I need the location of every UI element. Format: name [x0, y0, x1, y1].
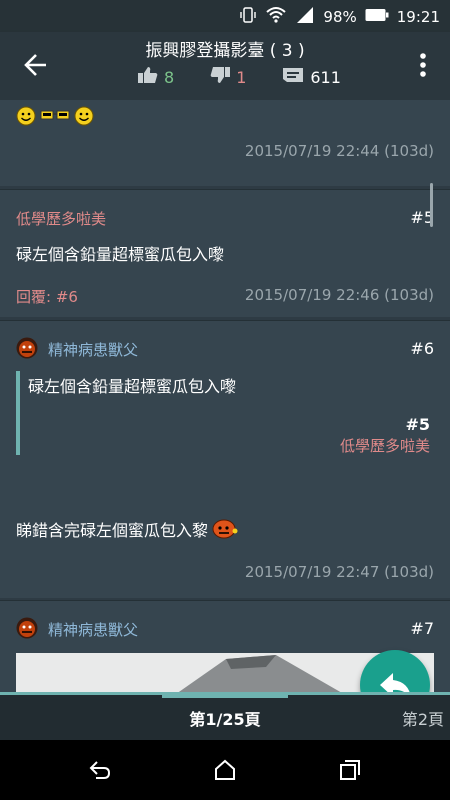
- quote-username: 低學歷多啦美: [339, 437, 430, 455]
- avatar: [16, 617, 38, 639]
- angry-face-icon: [212, 519, 238, 539]
- likes-count: 8: [164, 67, 175, 87]
- next-page[interactable]: 第2頁: [402, 706, 444, 730]
- post-username[interactable]: 精神病患獸父: [48, 619, 138, 640]
- back-icon[interactable]: [88, 758, 112, 786]
- post-username[interactable]: 精神病患獸父: [48, 339, 138, 360]
- replies-stat: 611: [282, 67, 341, 87]
- scrollbar[interactable]: [430, 183, 433, 227]
- sunglasses-smiley-icon: [40, 110, 70, 120]
- smiley-icon: [16, 106, 36, 126]
- thumbs-down-icon: [210, 66, 231, 88]
- dislikes-stat: 1: [210, 66, 246, 88]
- battery-icon: [365, 8, 389, 26]
- thread-title: 振興膠登攝影臺 ( 3 ): [145, 41, 305, 61]
- post-timestamp: 2015/07/19 22:47 (103d): [244, 563, 434, 581]
- post-body-line: 睇錯含完碌左個蜜瓜包入黎: [16, 517, 238, 541]
- vibrate-icon: [239, 6, 257, 28]
- reply-reference[interactable]: 回覆: #6: [16, 286, 78, 307]
- home-icon[interactable]: [213, 758, 237, 786]
- wifi-icon: [265, 6, 287, 28]
- recents-icon[interactable]: [338, 758, 362, 786]
- clock: 19:21: [396, 8, 440, 26]
- replies-count: 611: [310, 67, 341, 87]
- post-timestamp: 2015/07/19 22:46 (103d): [244, 286, 434, 304]
- thread-stats: 8 1 611: [138, 66, 341, 88]
- page-bar: 第1/25頁 第2頁: [0, 692, 450, 740]
- likes-stat: 8: [138, 66, 174, 88]
- smiley-icon: [74, 106, 94, 126]
- dislikes-count: 1: [236, 67, 247, 87]
- post-card[interactable]: 低學歷多啦美 #5 碌左個含鉛量超標蜜瓜包入嚟 回覆: #6 2015/07/1…: [0, 189, 450, 317]
- system-nav-bar: [0, 740, 450, 800]
- post-list[interactable]: 2015/07/19 22:44 (103d) 低學歷多啦美 #5 碌左個含鉛量…: [0, 100, 450, 692]
- signal-icon: [295, 7, 315, 27]
- post-card: 2015/07/19 22:44 (103d): [0, 100, 450, 186]
- post-timestamp: 2015/07/19 22:44 (103d): [244, 142, 434, 160]
- battery-level: 98%: [323, 8, 357, 26]
- thumbs-up-icon: [138, 66, 158, 88]
- status-bar: 98% 19:21: [0, 0, 450, 32]
- current-page: 第1/25頁: [189, 710, 261, 729]
- avatar: [16, 337, 38, 359]
- more-options-icon[interactable]: [420, 52, 426, 78]
- quote-body: 碌左個含鉛量超標蜜瓜包入嚟: [28, 377, 237, 396]
- post-number: #7: [410, 619, 434, 638]
- post-username[interactable]: 低學歷多啦美: [16, 208, 106, 229]
- post-body: 睇錯含完碌左個蜜瓜包入黎: [16, 521, 209, 540]
- post-number: #6: [410, 339, 434, 358]
- post-card[interactable]: 精神病患獸父 #6 碌左個含鉛量超標蜜瓜包入嚟 #5 低學歷多啦美 睇錯含完碌左…: [0, 320, 450, 598]
- comment-icon: [282, 67, 304, 87]
- emoticons: [16, 106, 94, 126]
- quote-bar: [16, 371, 20, 455]
- page-indicator: [162, 694, 288, 698]
- app-bar: 振興膠登攝影臺 ( 3 ) 8 1 611: [0, 32, 450, 100]
- quote-number: #5: [405, 415, 430, 434]
- post-body: 碌左個含鉛量超標蜜瓜包入嚟: [16, 245, 225, 264]
